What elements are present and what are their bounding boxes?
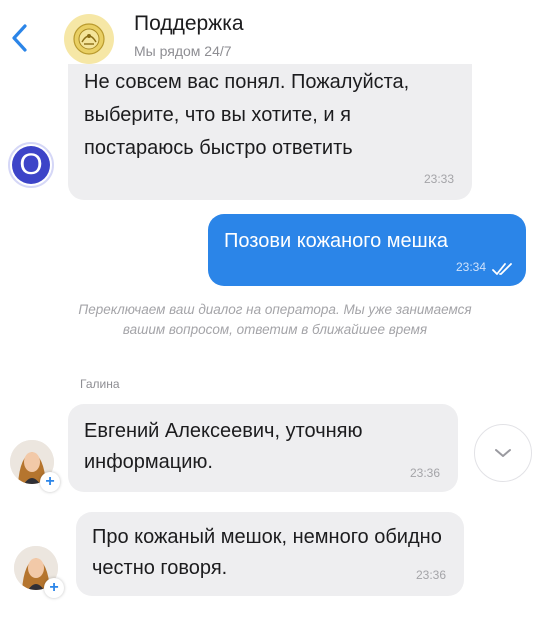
message-outgoing[interactable]: Позови кожаного мешка 23:34	[208, 214, 526, 286]
message-time: 23:36	[409, 466, 440, 480]
double-check-icon	[492, 263, 512, 275]
message-time: 23:33	[423, 172, 454, 186]
add-icon[interactable]: +	[44, 578, 64, 598]
message-text: Позови кожаного мешка	[224, 230, 449, 252]
message-incoming[interactable]: Евгений Алексеевич, уточняю информацию. …	[68, 404, 458, 492]
chevron-down-icon	[495, 449, 511, 457]
support-avatar[interactable]	[64, 14, 114, 64]
chat-header: Поддержка Мы рядом 24/7	[0, 0, 554, 72]
add-icon[interactable]: +	[40, 472, 60, 492]
message-incoming[interactable]: Не совсем вас понял. Пожалуйста, выберит…	[68, 64, 472, 200]
sender-name: Галина	[80, 377, 120, 391]
system-message: Переключаем ваш диалог на оператора. Мы …	[78, 302, 472, 337]
operator-avatar[interactable]: +	[14, 546, 64, 598]
scroll-down-button[interactable]	[474, 424, 532, 482]
message-time: 23:34	[455, 260, 486, 274]
chevron-left-icon	[12, 24, 27, 52]
emblem-icon	[73, 23, 105, 55]
message-incoming[interactable]: Про кожаный мешок, немного обидно честно…	[76, 512, 464, 596]
chat-subtitle: Мы рядом 24/7	[134, 43, 232, 59]
bot-avatar[interactable]: O	[8, 142, 54, 188]
chat-title: Поддержка	[134, 12, 244, 35]
message-text: Не совсем вас понял. Пожалуйста, выберит…	[84, 71, 410, 159]
back-button[interactable]	[6, 18, 36, 58]
message-time: 23:36	[415, 568, 446, 582]
message-text: Евгений Алексеевич, уточняю информацию.	[84, 420, 363, 473]
operator-avatar[interactable]: +	[10, 440, 60, 492]
bot-avatar-letter: O	[12, 146, 50, 184]
message-text: Про кожаный мешок, немного обидно честно…	[92, 526, 442, 579]
